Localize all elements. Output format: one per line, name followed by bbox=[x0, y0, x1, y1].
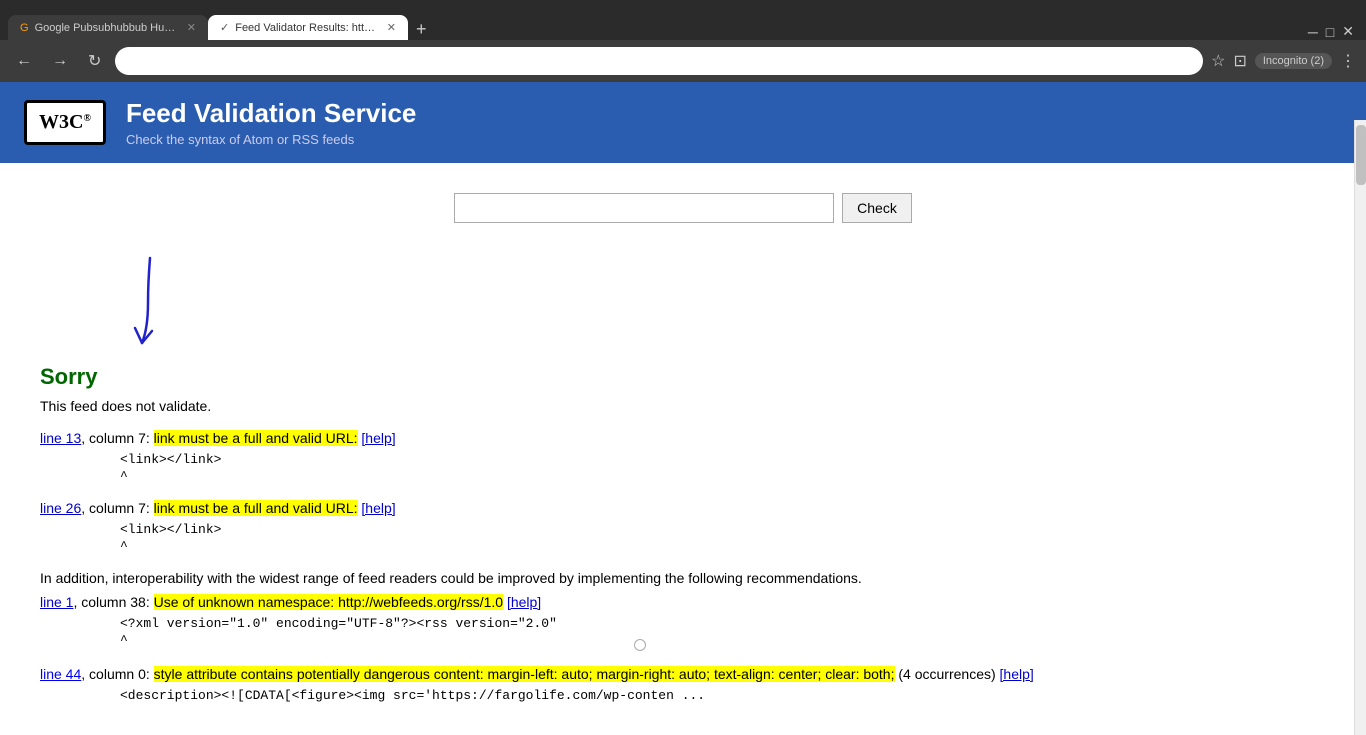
bookmark-icon[interactable]: ☆ bbox=[1211, 51, 1225, 71]
error-1-col: , column 7: bbox=[81, 430, 153, 446]
forward-button[interactable]: → bbox=[46, 48, 74, 74]
w3c-logo-text: W3C bbox=[39, 111, 83, 133]
error-2-code: <link></link> bbox=[120, 522, 1326, 537]
rec-2-highlight: style attribute contains potentially dan… bbox=[154, 666, 895, 682]
error-1-line: line 13, column 7: link must be a full a… bbox=[40, 430, 1326, 446]
browser-chrome: G Google Pubsubhubbub Hub - Pu... ✕ ✓ Fe… bbox=[0, 0, 1366, 82]
rec-2-help[interactable]: [help] bbox=[1000, 666, 1034, 682]
menu-icon[interactable]: ⋮ bbox=[1340, 51, 1356, 71]
w3c-header: W3C® Feed Validation Service Check the s… bbox=[0, 82, 1366, 163]
back-button[interactable]: ← bbox=[10, 48, 38, 74]
error-2-line: line 26, column 7: link must be a full a… bbox=[40, 500, 1326, 516]
scrollbar[interactable] bbox=[1354, 120, 1366, 735]
page-content: W3C® Feed Validation Service Check the s… bbox=[0, 82, 1366, 735]
tab1-label: Google Pubsubhubbub Hub - Pu... bbox=[35, 22, 177, 34]
incognito-badge: Incognito (2) bbox=[1255, 53, 1332, 69]
error-1: line 13, column 7: link must be a full a… bbox=[40, 430, 1326, 484]
tab1-close-icon[interactable]: ✕ bbox=[187, 21, 196, 34]
reload-button[interactable]: ↻ bbox=[82, 47, 107, 75]
page-title: Feed Validation Service bbox=[126, 98, 416, 129]
extension-icon[interactable]: ⊡ bbox=[1233, 51, 1246, 71]
tab-bar: G Google Pubsubhubbub Hub - Pu... ✕ ✓ Fe… bbox=[0, 0, 1366, 40]
error-1-caret: ^ bbox=[120, 469, 1326, 484]
w3c-logo-tm: ® bbox=[83, 113, 90, 124]
rec-2-line: line 44, column 0: style attribute conta… bbox=[40, 666, 1326, 682]
arrow-annotation bbox=[120, 253, 1326, 356]
toolbar-icons: ☆ ⊡ Incognito (2) ⋮ bbox=[1211, 51, 1356, 71]
main-content: https://fargolife.com/category/style/rss… bbox=[0, 163, 1366, 735]
check-button[interactable]: Check bbox=[842, 193, 912, 223]
scrollbar-thumb[interactable] bbox=[1356, 125, 1366, 185]
error-2: line 26, column 7: link must be a full a… bbox=[40, 500, 1326, 554]
url-input[interactable]: https://fargolife.com/category/style/rss bbox=[454, 193, 834, 223]
error-1-help[interactable]: [help] bbox=[361, 430, 395, 446]
window-minimize-icon[interactable]: ─ bbox=[1308, 24, 1318, 40]
tab2-favicon: ✓ bbox=[220, 21, 229, 34]
recommendation-intro: In addition, interoperability with the w… bbox=[40, 570, 1326, 586]
window-maximize-icon[interactable]: □ bbox=[1326, 24, 1334, 40]
rec-2-col: , column 0: bbox=[81, 666, 153, 682]
error-1-highlight: link must be a full and valid URL: bbox=[154, 430, 358, 446]
rec-1-line: line 1, column 38: Use of unknown namesp… bbox=[40, 594, 1326, 610]
error-2-highlight: link must be a full and valid URL: bbox=[154, 500, 358, 516]
rec-2-line-link[interactable]: line 44 bbox=[40, 666, 81, 682]
rec-2-occurrences: (4 occurrences) bbox=[898, 666, 995, 682]
sorry-label: Sorry bbox=[40, 364, 1326, 390]
rec-1-help[interactable]: [help] bbox=[507, 594, 541, 610]
rec-1-highlight: Use of unknown namespace: http://webfeed… bbox=[154, 594, 503, 610]
error-1-line-link[interactable]: line 13 bbox=[40, 430, 81, 446]
rec-1-code: <?xml version="1.0" encoding="UTF-8"?><r… bbox=[120, 616, 1326, 631]
error-2-caret: ^ bbox=[120, 539, 1326, 554]
error-2-line-link[interactable]: line 26 bbox=[40, 500, 81, 516]
tab-1[interactable]: G Google Pubsubhubbub Hub - Pu... ✕ bbox=[8, 15, 208, 40]
error-1-code: <link></link> bbox=[120, 452, 1326, 467]
rec-1-col: , column 38: bbox=[73, 594, 153, 610]
recommendation-2: line 44, column 0: style attribute conta… bbox=[40, 666, 1326, 703]
validation-result: Sorry This feed does not validate. bbox=[40, 364, 1326, 414]
window-close-icon[interactable]: ✕ bbox=[1342, 23, 1354, 40]
does-not-validate: This feed does not validate. bbox=[40, 398, 1326, 414]
address-bar-row: ← → ↻ validator.w3.org/feed/check.cgi?ur… bbox=[0, 40, 1366, 82]
address-input[interactable]: validator.w3.org/feed/check.cgi?url=http… bbox=[115, 47, 1203, 75]
tab2-close-icon[interactable]: ✕ bbox=[387, 21, 396, 34]
search-row: https://fargolife.com/category/style/rss… bbox=[40, 193, 1326, 223]
error-2-col: , column 7: bbox=[81, 500, 153, 516]
tab2-label: Feed Validator Results: https://fa... bbox=[235, 22, 377, 34]
new-tab-button[interactable]: + bbox=[408, 19, 435, 40]
header-text: Feed Validation Service Check the syntax… bbox=[126, 98, 416, 147]
tab1-favicon: G bbox=[20, 22, 29, 34]
w3c-logo: W3C® bbox=[24, 100, 106, 145]
circle-marker-container bbox=[40, 638, 646, 654]
error-2-help[interactable]: [help] bbox=[361, 500, 395, 516]
tab-2[interactable]: ✓ Feed Validator Results: https://fa... … bbox=[208, 15, 408, 40]
header-subtitle: Check the syntax of Atom or RSS feeds bbox=[126, 132, 416, 147]
hand-arrow-svg bbox=[120, 253, 180, 353]
rec-2-code: <description><![CDATA[<figure><img src='… bbox=[120, 688, 1326, 703]
rec-1-line-link[interactable]: line 1 bbox=[40, 594, 73, 610]
circle-marker bbox=[634, 639, 646, 651]
